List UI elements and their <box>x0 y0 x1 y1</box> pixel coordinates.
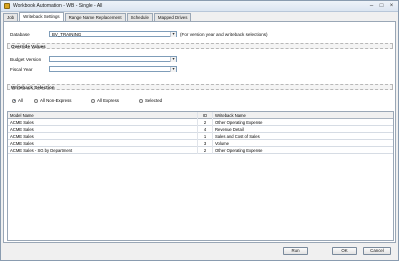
radio-all-express[interactable]: All Express <box>91 98 119 103</box>
chevron-down-icon[interactable]: ▼ <box>170 57 176 62</box>
radio-all-express-label: All Express <box>97 98 119 103</box>
writeback-name-cell: Other Operating Expense <box>215 148 263 153</box>
model-name-cell: ACME Sales <box>8 133 198 140</box>
budget-version-select[interactable]: ▼ <box>49 56 177 62</box>
tab-schedule[interactable]: Schedule <box>126 13 153 21</box>
window-title: Workbook Automation - WB - Single - All <box>13 3 103 9</box>
cancel-button[interactable]: Cancel <box>363 247 391 255</box>
table-row[interactable]: ACME Sales 2 Other Operating Expense <box>8 119 393 126</box>
writeback-selection-section: Writeback Selection <box>7 84 393 90</box>
id-cell: 4 <box>198 126 213 133</box>
writeback-name-cell: Other Operating Expense <box>215 120 263 125</box>
tab-range-name-replacement[interactable]: Range Name Replacement <box>64 13 126 21</box>
table-row[interactable]: ACME Sales 3 Volume <box>8 140 393 147</box>
column-header-writeback-name[interactable]: Writeback Name <box>213 112 393 119</box>
table-header: Model Name ID Writeback Name <box>8 112 393 119</box>
table-row[interactable]: ACME Sales - SG by Department 2 Other Op… <box>8 147 393 154</box>
app-icon <box>4 3 10 9</box>
radio-button-icon <box>12 98 16 103</box>
radio-all-non-express[interactable]: All Non-Express <box>34 98 71 103</box>
database-value: BV_TRAINING <box>52 32 82 37</box>
minimize-icon[interactable]: – <box>367 3 376 10</box>
fiscal-year-label: Fiscal Year <box>10 67 33 72</box>
title-bar: Workbook Automation - WB - Single - All … <box>1 1 398 12</box>
column-header-model-name[interactable]: Model Name <box>8 112 198 119</box>
id-cell: 1 <box>198 133 213 140</box>
override-values-section: Override Values <box>7 43 393 49</box>
radio-all[interactable]: All <box>12 98 23 103</box>
maximize-icon[interactable]: □ <box>377 3 386 10</box>
radio-button-icon <box>34 98 38 103</box>
app-window: Workbook Automation - WB - Single - All … <box>0 0 399 261</box>
radio-selected[interactable]: Selected <box>139 98 162 103</box>
writeback-name-cell: Volume <box>215 141 229 146</box>
tab-mapped-drives[interactable]: Mapped Drives <box>153 13 192 21</box>
model-name-cell: ACME Sales - SG by Department <box>8 147 198 154</box>
ok-button[interactable]: OK <box>332 247 357 255</box>
model-name-cell: ACME Sales <box>8 140 198 147</box>
writeback-name-cell: Revenue Detail <box>215 127 244 132</box>
fiscal-year-select[interactable]: ▼ <box>49 66 177 72</box>
model-name-cell: ACME Sales <box>8 119 198 126</box>
tab-bar: Job Writeback Settings Range Name Replac… <box>3 12 192 21</box>
radio-button-icon <box>139 98 143 103</box>
table-row[interactable]: ACME Sales 4 Revenue Detail <box>8 126 393 133</box>
radio-all-non-express-label: All Non-Express <box>40 98 72 103</box>
radio-selected-label: Selected <box>145 98 163 103</box>
id-cell: 3 <box>198 140 213 147</box>
close-icon[interactable]: × <box>387 3 396 10</box>
radio-all-label: All <box>18 98 23 103</box>
database-select[interactable]: BV_TRAINING ▼ <box>49 31 177 37</box>
table-row[interactable]: ACME Sales 1 Sales and Cost of Sales <box>8 133 393 140</box>
column-header-id[interactable]: ID <box>198 112 213 119</box>
tab-writeback-settings[interactable]: Writeback Settings <box>19 12 64 21</box>
database-label: Database <box>10 32 30 37</box>
model-name-cell: ACME Sales <box>8 126 198 133</box>
chevron-down-icon[interactable]: ▼ <box>170 32 176 37</box>
database-hint: (For version year and writeback selectio… <box>180 32 268 37</box>
writeback-table: Model Name ID Writeback Name ACME Sales … <box>7 111 394 241</box>
chevron-down-icon[interactable]: ▼ <box>170 67 176 72</box>
id-cell: 2 <box>198 147 213 154</box>
id-cell: 2 <box>198 119 213 126</box>
budget-version-label: Budget Version <box>10 57 42 62</box>
writeback-settings-panel: Database BV_TRAINING ▼ (For version year… <box>3 21 396 243</box>
run-button[interactable]: Run <box>283 247 308 255</box>
radio-button-icon <box>91 98 95 103</box>
writeback-name-cell: Sales and Cost of Sales <box>215 134 260 139</box>
tab-job[interactable]: Job <box>3 13 19 21</box>
